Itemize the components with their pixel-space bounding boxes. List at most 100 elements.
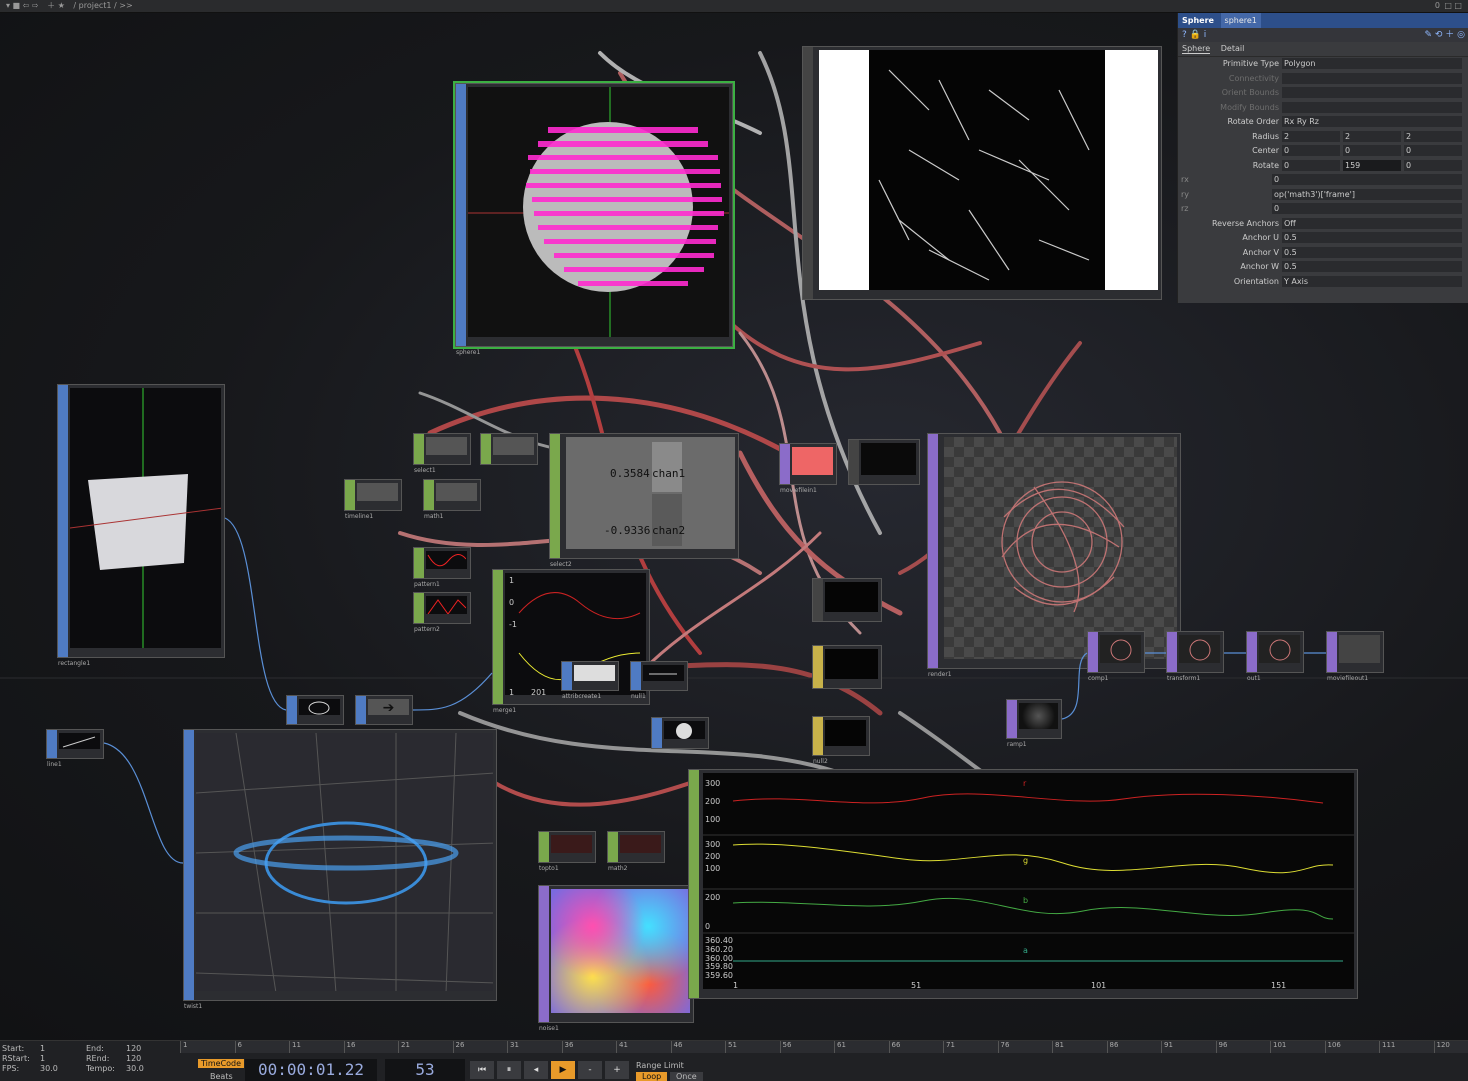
node-strip[interactable] <box>424 480 434 510</box>
node-geo-b[interactable] <box>812 645 882 689</box>
node-label[interactable]: math2 <box>608 865 628 872</box>
node-out1[interactable]: out1 <box>1246 631 1304 682</box>
param-field[interactable] <box>1282 87 1462 98</box>
node-noise1[interactable]: noise1 <box>538 885 694 1032</box>
node-label[interactable]: attribcreate1 <box>562 693 601 700</box>
node-line1[interactable]: line1 <box>46 729 104 768</box>
node-label[interactable]: moviefilein1 <box>780 487 817 494</box>
node-label[interactable]: moviefileout1 <box>1327 675 1368 682</box>
node-label[interactable]: ramp1 <box>1007 741 1027 748</box>
timecode-toggle[interactable]: TimeCode <box>198 1059 245 1068</box>
render-viewer[interactable] <box>944 437 1177 659</box>
param-field[interactable]: Rx Ry Rz <box>1282 116 1462 127</box>
lock-icon[interactable]: 🔒 <box>1190 30 1201 40</box>
param-field[interactable]: 0 <box>1404 159 1462 171</box>
param-field[interactable]: 0 <box>1272 174 1462 185</box>
node-strip[interactable] <box>414 434 424 464</box>
node-topto1[interactable]: topto1 <box>538 831 596 872</box>
node-timeline1[interactable]: timeline1 <box>344 479 402 520</box>
tab-sphere[interactable]: Sphere <box>1182 44 1211 54</box>
strokes-viewer[interactable] <box>819 50 1158 290</box>
param-field[interactable]: 0 <box>1272 203 1462 214</box>
param-field[interactable]: 2 <box>1343 130 1401 142</box>
node-strip[interactable] <box>184 730 194 1000</box>
node-strip[interactable] <box>849 440 859 484</box>
node-ramp1[interactable]: ramp1 <box>1006 699 1062 748</box>
node-label[interactable]: math1 <box>424 513 444 520</box>
node-label[interactable]: render1 <box>928 671 952 678</box>
node-strip[interactable] <box>562 662 572 690</box>
node-strip[interactable] <box>1167 632 1177 672</box>
node-strip[interactable] <box>813 717 823 755</box>
node-label[interactable]: transform1 <box>1167 675 1200 682</box>
node-label[interactable]: noise1 <box>539 1025 559 1032</box>
rewind-icon[interactable]: ⏮ <box>470 1061 494 1079</box>
end-value[interactable]: 120 <box>126 1044 141 1053</box>
param-field[interactable] <box>1282 72 1462 84</box>
node-select-b[interactable] <box>480 433 538 465</box>
node-strip[interactable] <box>928 434 938 668</box>
node-label[interactable]: timeline1 <box>345 513 373 520</box>
node-label[interactable]: merge1 <box>493 707 516 714</box>
node-math2[interactable]: math2 <box>607 831 665 872</box>
menu-icon[interactable]: ▾ ■ ⇦ ⇨ <box>6 0 39 12</box>
node-comp1[interactable]: comp1 <box>1087 631 1145 682</box>
step-back-icon[interactable]: ◂ <box>524 1061 548 1079</box>
node-circle[interactable] <box>286 695 344 725</box>
param-field[interactable]: op('math3')['frame'] <box>1272 188 1462 200</box>
node-label[interactable]: sphere1 <box>456 349 480 356</box>
node-pattern2[interactable]: pattern2 <box>413 592 471 633</box>
param-field[interactable]: 0.5 <box>1282 232 1462 243</box>
node-strip[interactable] <box>550 434 560 558</box>
node-null2[interactable]: null2 <box>812 716 870 765</box>
rend-value[interactable]: 120 <box>126 1054 141 1063</box>
pause-icon[interactable]: ⏸ <box>497 1061 521 1079</box>
node-label[interactable]: topto1 <box>539 865 559 872</box>
timecode-display[interactable]: 00:00:01.22 <box>245 1059 377 1081</box>
op-name-field[interactable]: sphere1 <box>1220 13 1261 28</box>
add-icon[interactable]: ＋ ★ <box>47 0 65 12</box>
node-null1[interactable]: null1 <box>630 661 688 700</box>
tempo-value[interactable]: 30.0 <box>126 1064 144 1073</box>
param-field[interactable] <box>1282 101 1462 113</box>
node-label[interactable]: select1 <box>414 467 436 474</box>
fps-value[interactable]: 30.0 <box>40 1064 58 1073</box>
start-value[interactable]: 1 <box>40 1044 45 1053</box>
node-arrow[interactable]: ➔ <box>355 695 413 725</box>
network-path[interactable]: / project1 / >> <box>73 0 132 12</box>
node-label[interactable]: out1 <box>1247 675 1261 682</box>
node-transform1[interactable]: transform1 <box>1166 631 1224 682</box>
node-select2[interactable]: 0.3584 chan1 -0.9336 chan2 select2 <box>549 433 739 568</box>
param-field[interactable]: Y Axis <box>1282 275 1462 287</box>
node-rectangle1[interactable]: rectangle1 <box>57 384 225 667</box>
window-buttons-icon[interactable]: □ □ <box>1444 0 1462 12</box>
node-strip[interactable] <box>631 662 641 690</box>
param-field[interactable]: Polygon <box>1282 58 1462 69</box>
node-strip[interactable] <box>287 696 297 724</box>
param-field[interactable]: 159 <box>1343 159 1401 171</box>
node-strip[interactable] <box>608 832 618 862</box>
node-math1[interactable]: math1 <box>423 479 481 520</box>
node-render-view[interactable] <box>802 46 1162 300</box>
node-strip[interactable] <box>1327 632 1337 672</box>
param-field[interactable]: 2 <box>1282 130 1340 142</box>
chop-value-viewer[interactable]: 0.3584 chan1 -0.9336 chan2 <box>566 437 735 549</box>
node-label[interactable]: pattern2 <box>414 626 440 633</box>
channel-graph[interactable]: 300 200 100 300 200 100 200 0 360.40 360… <box>703 773 1354 989</box>
node-strip[interactable] <box>345 480 355 510</box>
play-icon[interactable]: ▶ <box>551 1061 575 1079</box>
param-tools-icon[interactable]: ✎ ⟲ ＋ ◎ <box>1424 28 1468 42</box>
node-chop-graph[interactable]: 300 200 100 300 200 100 200 0 360.40 360… <box>688 769 1358 999</box>
node-moviefileout1[interactable]: moviefileout1 <box>1326 631 1384 682</box>
node-strip[interactable] <box>652 718 662 748</box>
node-strip[interactable] <box>539 886 549 1022</box>
node-select1[interactable]: select1 <box>413 433 471 474</box>
node-strip[interactable] <box>780 444 790 484</box>
node-strip[interactable] <box>493 570 503 704</box>
node-label[interactable]: rectangle1 <box>58 660 90 667</box>
node-label[interactable]: select2 <box>550 561 572 568</box>
noise-viewer[interactable] <box>551 889 690 1013</box>
tab-detail[interactable]: Detail <box>1221 44 1245 53</box>
node-attribcreate1[interactable]: attribcreate1 <box>561 661 619 700</box>
node-strip[interactable] <box>813 646 823 688</box>
